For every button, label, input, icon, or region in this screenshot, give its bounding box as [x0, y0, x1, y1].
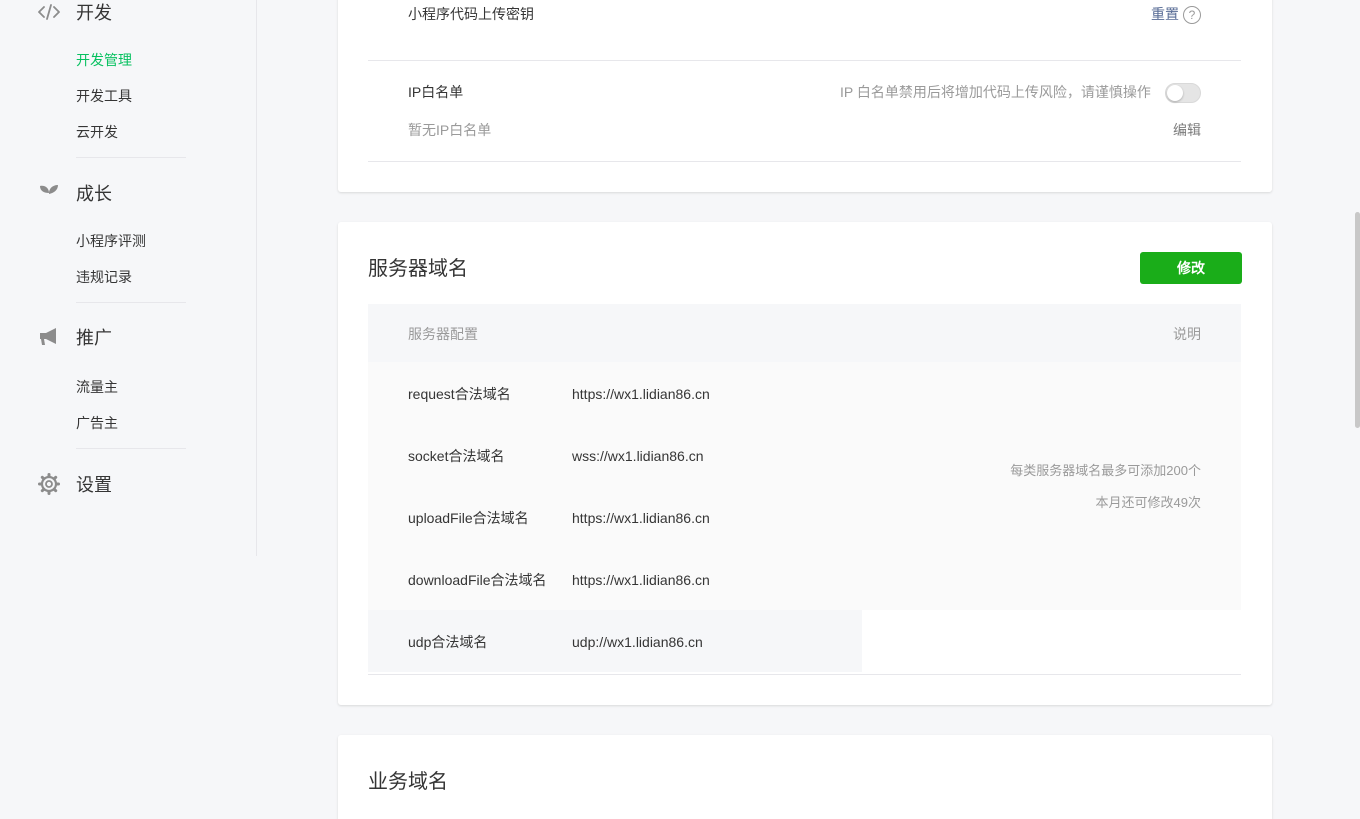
sidebar-item-evaluation[interactable]: 小程序评测	[76, 231, 146, 251]
sidebar-divider	[76, 157, 186, 158]
help-icon[interactable]: ?	[1183, 6, 1201, 24]
business-domain-card: 业务域名	[338, 735, 1272, 819]
domain-value: https://wx1.lidian86.cn	[572, 572, 710, 588]
card-title: 服务器域名	[368, 258, 468, 280]
ip-whitelist-hint: IP 白名单禁用后将增加代码上传风险，请谨慎操作	[840, 84, 1151, 100]
domain-value: udp://wx1.lidian86.cn	[572, 634, 703, 650]
sidebar-section-growth: 成长	[38, 181, 112, 205]
col-desc-header: 说明	[1173, 326, 1201, 342]
sidebar-item-dev-manage[interactable]: 开发管理	[76, 50, 132, 70]
table-header: 服务器配置 说明	[368, 304, 1241, 362]
sidebar: 开发 开发管理 开发工具 云开发 成长 小程序评测 违规记录 推广 流量主 广告…	[0, 0, 257, 556]
domain-type: request合法域名	[408, 386, 511, 402]
domain-type: socket合法域名	[408, 448, 505, 464]
col-config-header: 服务器配置	[408, 326, 478, 342]
edit-link[interactable]: 编辑	[1173, 120, 1201, 140]
sidebar-section-title: 推广	[76, 328, 112, 348]
sidebar-item-advertiser[interactable]: 广告主	[76, 413, 118, 433]
domain-value: wss://wx1.lidian86.cn	[572, 448, 704, 464]
sidebar-section-title: 开发	[76, 3, 112, 23]
domain-value: https://wx1.lidian86.cn	[572, 386, 710, 402]
sidebar-divider	[76, 448, 186, 449]
domain-table: request合法域名 https://wx1.lidian86.cn sock…	[368, 362, 1241, 672]
sidebar-section-promotion: 推广	[38, 325, 112, 349]
modify-button[interactable]: 修改	[1140, 252, 1242, 284]
table-cell-empty	[892, 610, 1241, 672]
desc-remaining: 本月还可修改49次	[1095, 495, 1201, 510]
ip-whitelist-label: IP白名单	[408, 84, 464, 100]
upload-key-label: 小程序代码上传密钥	[408, 6, 534, 22]
sidebar-section-dev: 开发	[38, 0, 112, 24]
domain-type: udp合法域名	[408, 634, 488, 650]
divider	[368, 161, 1241, 162]
sidebar-section-title: 成长	[76, 184, 112, 204]
divider	[368, 60, 1241, 61]
sidebar-item-dev-tools[interactable]: 开发工具	[76, 86, 132, 106]
card-title: 业务域名	[368, 771, 448, 793]
code-icon	[38, 1, 60, 23]
toggle-knob	[1167, 85, 1183, 101]
domain-type: downloadFile合法域名	[408, 572, 547, 588]
sidebar-divider	[76, 302, 186, 303]
megaphone-icon	[38, 326, 60, 348]
reset-link[interactable]: 重置	[1151, 4, 1179, 24]
scrollbar[interactable]	[1355, 212, 1360, 428]
sidebar-item-traffic-owner[interactable]: 流量主	[76, 377, 118, 397]
ip-whitelist-empty: 暂无IP白名单	[408, 122, 492, 138]
domain-value: https://wx1.lidian86.cn	[572, 510, 710, 526]
domain-type: uploadFile合法域名	[408, 510, 529, 526]
dev-settings-card: 小程序代码上传密钥 重置 ? IP白名单 IP 白名单禁用后将增加代码上传风险，…	[338, 0, 1272, 192]
sidebar-item-cloud-dev[interactable]: 云开发	[76, 122, 118, 142]
desc-limit: 每类服务器域名最多可添加200个	[1010, 463, 1201, 478]
sidebar-item-violations[interactable]: 违规记录	[76, 267, 132, 287]
gear-icon	[38, 473, 60, 495]
server-domain-card: 服务器域名 修改 服务器配置 说明 request合法域名 https://wx…	[338, 222, 1272, 705]
sidebar-section-settings[interactable]: 设置	[38, 472, 112, 496]
divider	[368, 674, 1241, 675]
ip-whitelist-toggle[interactable]	[1165, 83, 1201, 103]
sprout-icon	[38, 182, 60, 204]
sidebar-section-title: 设置	[76, 475, 112, 495]
